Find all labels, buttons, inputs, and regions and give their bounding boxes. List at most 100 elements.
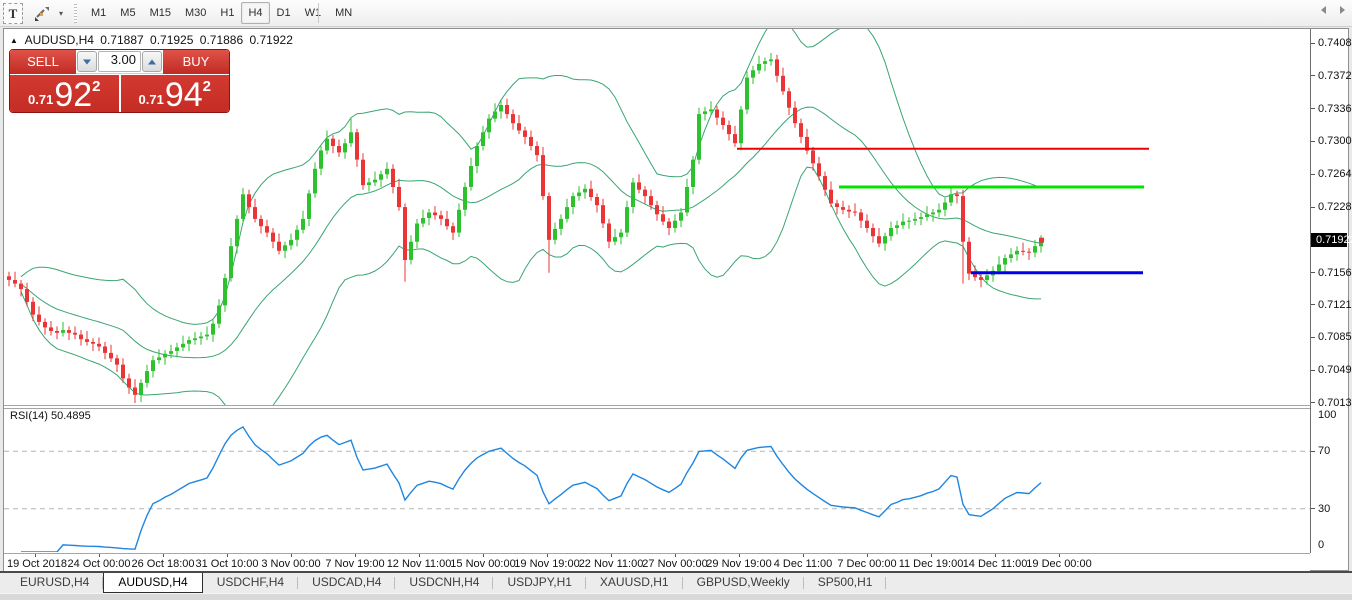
price-axis-tick bbox=[1311, 337, 1315, 338]
toolbar-grip bbox=[74, 4, 77, 23]
text-label-tool-button[interactable]: T bbox=[3, 3, 23, 24]
timeframe-button-mn[interactable]: MN bbox=[328, 2, 359, 24]
time-axis-label: 19 Nov 19:00 bbox=[514, 558, 579, 570]
time-axis-tick bbox=[739, 554, 740, 557]
time-axis-label: 14 Dec 11:00 bbox=[963, 558, 1028, 570]
ohlc-high: 0.71925 bbox=[150, 33, 193, 47]
sell-price-panel[interactable]: 0.71922 bbox=[10, 75, 119, 112]
chart-tab-usdjpy-h1[interactable]: USDJPY,H1 bbox=[493, 573, 585, 593]
time-axis-label: 11 Dec 19:00 bbox=[899, 558, 964, 570]
sell-price-big: 92 bbox=[54, 80, 92, 110]
price-axis-tick bbox=[1311, 108, 1315, 109]
time-axis-label: 7 Dec 00:00 bbox=[837, 558, 896, 570]
last-price-marker bbox=[1039, 238, 1044, 243]
time-axis-label: 19 Dec 00:00 bbox=[1026, 558, 1091, 570]
timeframe-button-m15[interactable]: M15 bbox=[143, 2, 178, 24]
price-axis-label: 0.70490 bbox=[1318, 364, 1352, 376]
price-axis-label: 0.72280 bbox=[1318, 201, 1352, 213]
status-strip bbox=[0, 593, 1352, 600]
timeframe-button-m30[interactable]: M30 bbox=[178, 2, 213, 24]
sell-price-frac: 2 bbox=[92, 72, 100, 102]
chart-tab-xauusd-h1[interactable]: XAUUSD,H1 bbox=[586, 573, 683, 593]
volume-field[interactable]: 3.00 bbox=[98, 51, 141, 72]
time-axis-tick bbox=[35, 554, 36, 557]
price-axis[interactable]: 0.71922 0.740800.737200.733600.730000.72… bbox=[1310, 29, 1348, 553]
time-axis-tick bbox=[611, 554, 612, 557]
time-axis-tick bbox=[547, 554, 548, 557]
sell-price-prefix: 0.71 bbox=[28, 90, 53, 110]
cursor-arrows-icon[interactable] bbox=[30, 3, 54, 24]
chart-tab-gbpusd-weekly[interactable]: GBPUSD,Weekly bbox=[683, 573, 804, 593]
time-axis-tick bbox=[803, 554, 804, 557]
buy-price-frac: 2 bbox=[203, 72, 211, 102]
tab-scroll-right-button[interactable] bbox=[1336, 4, 1348, 16]
rsi-axis-label: 30 bbox=[1318, 503, 1330, 515]
ohlc-open: 0.71887 bbox=[100, 33, 143, 47]
timeframe-button-h4[interactable]: H4 bbox=[241, 2, 269, 24]
buy-price-big: 94 bbox=[165, 80, 203, 110]
time-axis-label: 7 Nov 19:00 bbox=[325, 558, 384, 570]
time-axis-label: 29 Nov 19:00 bbox=[706, 558, 771, 570]
time-axis-label: 15 Nov 00:00 bbox=[450, 558, 515, 570]
time-axis-label: 31 Oct 10:00 bbox=[196, 558, 259, 570]
tab-scroll-left-button[interactable] bbox=[1318, 4, 1330, 16]
time-axis-tick bbox=[675, 554, 676, 557]
chart-tab-sp500-h1[interactable]: SP500,H1 bbox=[804, 573, 887, 593]
chart-tab-usdcad-h4[interactable]: USDCAD,H4 bbox=[298, 573, 395, 593]
time-axis-tick bbox=[163, 554, 164, 557]
buy-button[interactable]: BUY bbox=[163, 50, 229, 74]
chart-tab-audusd-h4[interactable]: AUDUSD,H4 bbox=[103, 573, 202, 593]
rsi-axis-label: 70 bbox=[1318, 445, 1330, 457]
time-axis-tick bbox=[995, 554, 996, 557]
cursor-arrows-glyph bbox=[33, 6, 51, 22]
price-axis-label: 0.70850 bbox=[1318, 331, 1352, 343]
price-axis-tick bbox=[1311, 75, 1315, 76]
volume-increase-button[interactable] bbox=[142, 51, 162, 72]
price-axis-tick bbox=[1311, 207, 1315, 208]
price-axis-tick bbox=[1311, 304, 1315, 305]
ohlc-close: 0.71922 bbox=[250, 33, 293, 47]
one-click-trading-widget: SELL 3.00 BUY 0.71922 0.71942 bbox=[9, 49, 230, 113]
ohlc-low: 0.71886 bbox=[200, 33, 243, 47]
price-axis-tick bbox=[1311, 370, 1315, 371]
price-axis-label: 0.70130 bbox=[1318, 397, 1352, 409]
time-axis-tick bbox=[1059, 554, 1060, 557]
time-axis-label: 26 Oct 18:00 bbox=[132, 558, 195, 570]
chart-collapse-icon[interactable]: ▲ bbox=[10, 36, 18, 45]
time-axis-tick bbox=[483, 554, 484, 557]
timeframe-button-h1[interactable]: H1 bbox=[213, 2, 241, 24]
time-axis-label: 22 Nov 11:00 bbox=[579, 558, 644, 570]
price-axis-label: 0.71560 bbox=[1318, 267, 1352, 279]
sell-button[interactable]: SELL bbox=[10, 50, 76, 74]
volume-decrease-button[interactable] bbox=[77, 51, 97, 72]
time-axis-label: 27 Nov 00:00 bbox=[642, 558, 707, 570]
rsi-axis-label: 100 bbox=[1318, 409, 1336, 421]
volume-control: 3.00 bbox=[76, 50, 163, 74]
chart-tab-eurusd-h4[interactable]: EURUSD,H4 bbox=[6, 573, 103, 593]
time-axis-label: 24 Oct 00:00 bbox=[68, 558, 131, 570]
rsi-axis-label: 0 bbox=[1318, 539, 1324, 551]
price-axis-tick bbox=[1311, 272, 1315, 273]
rsi-line bbox=[21, 427, 1041, 552]
timeframe-button-w1[interactable]: W1 bbox=[298, 2, 329, 24]
cursor-tool-dropdown-caret[interactable]: ▾ bbox=[55, 3, 67, 24]
timeframe-button-d1[interactable]: D1 bbox=[270, 2, 298, 24]
pane-divider[interactable] bbox=[4, 405, 1348, 409]
current-price-tag: 0.71922 bbox=[1311, 233, 1347, 247]
time-axis-tick bbox=[355, 554, 356, 557]
time-axis[interactable]: 19 Oct 201824 Oct 00:0026 Oct 18:0031 Oc… bbox=[4, 553, 1310, 572]
time-axis-label: 4 Dec 11:00 bbox=[774, 558, 833, 570]
timeframe-button-m5[interactable]: M5 bbox=[113, 2, 142, 24]
time-axis-tick bbox=[867, 554, 868, 557]
chart-tab-usdchf-h4[interactable]: USDCHF,H4 bbox=[203, 573, 298, 593]
timeframe-button-m1[interactable]: M1 bbox=[84, 2, 113, 24]
price-axis-label: 0.74080 bbox=[1318, 37, 1352, 49]
time-axis-tick bbox=[931, 554, 932, 557]
price-axis-label: 0.72640 bbox=[1318, 168, 1352, 180]
time-axis-label: 12 Nov 11:00 bbox=[387, 558, 452, 570]
buy-price-panel[interactable]: 0.71942 bbox=[121, 75, 230, 112]
chart-tab-usdcnh-h4[interactable]: USDCNH,H4 bbox=[395, 573, 493, 593]
top-toolbar: T ▾ M1M5M15M30H1H4D1W1MN bbox=[0, 0, 1352, 27]
rsi-axis-tick bbox=[1311, 451, 1315, 452]
price-axis-label: 0.71210 bbox=[1318, 299, 1352, 311]
